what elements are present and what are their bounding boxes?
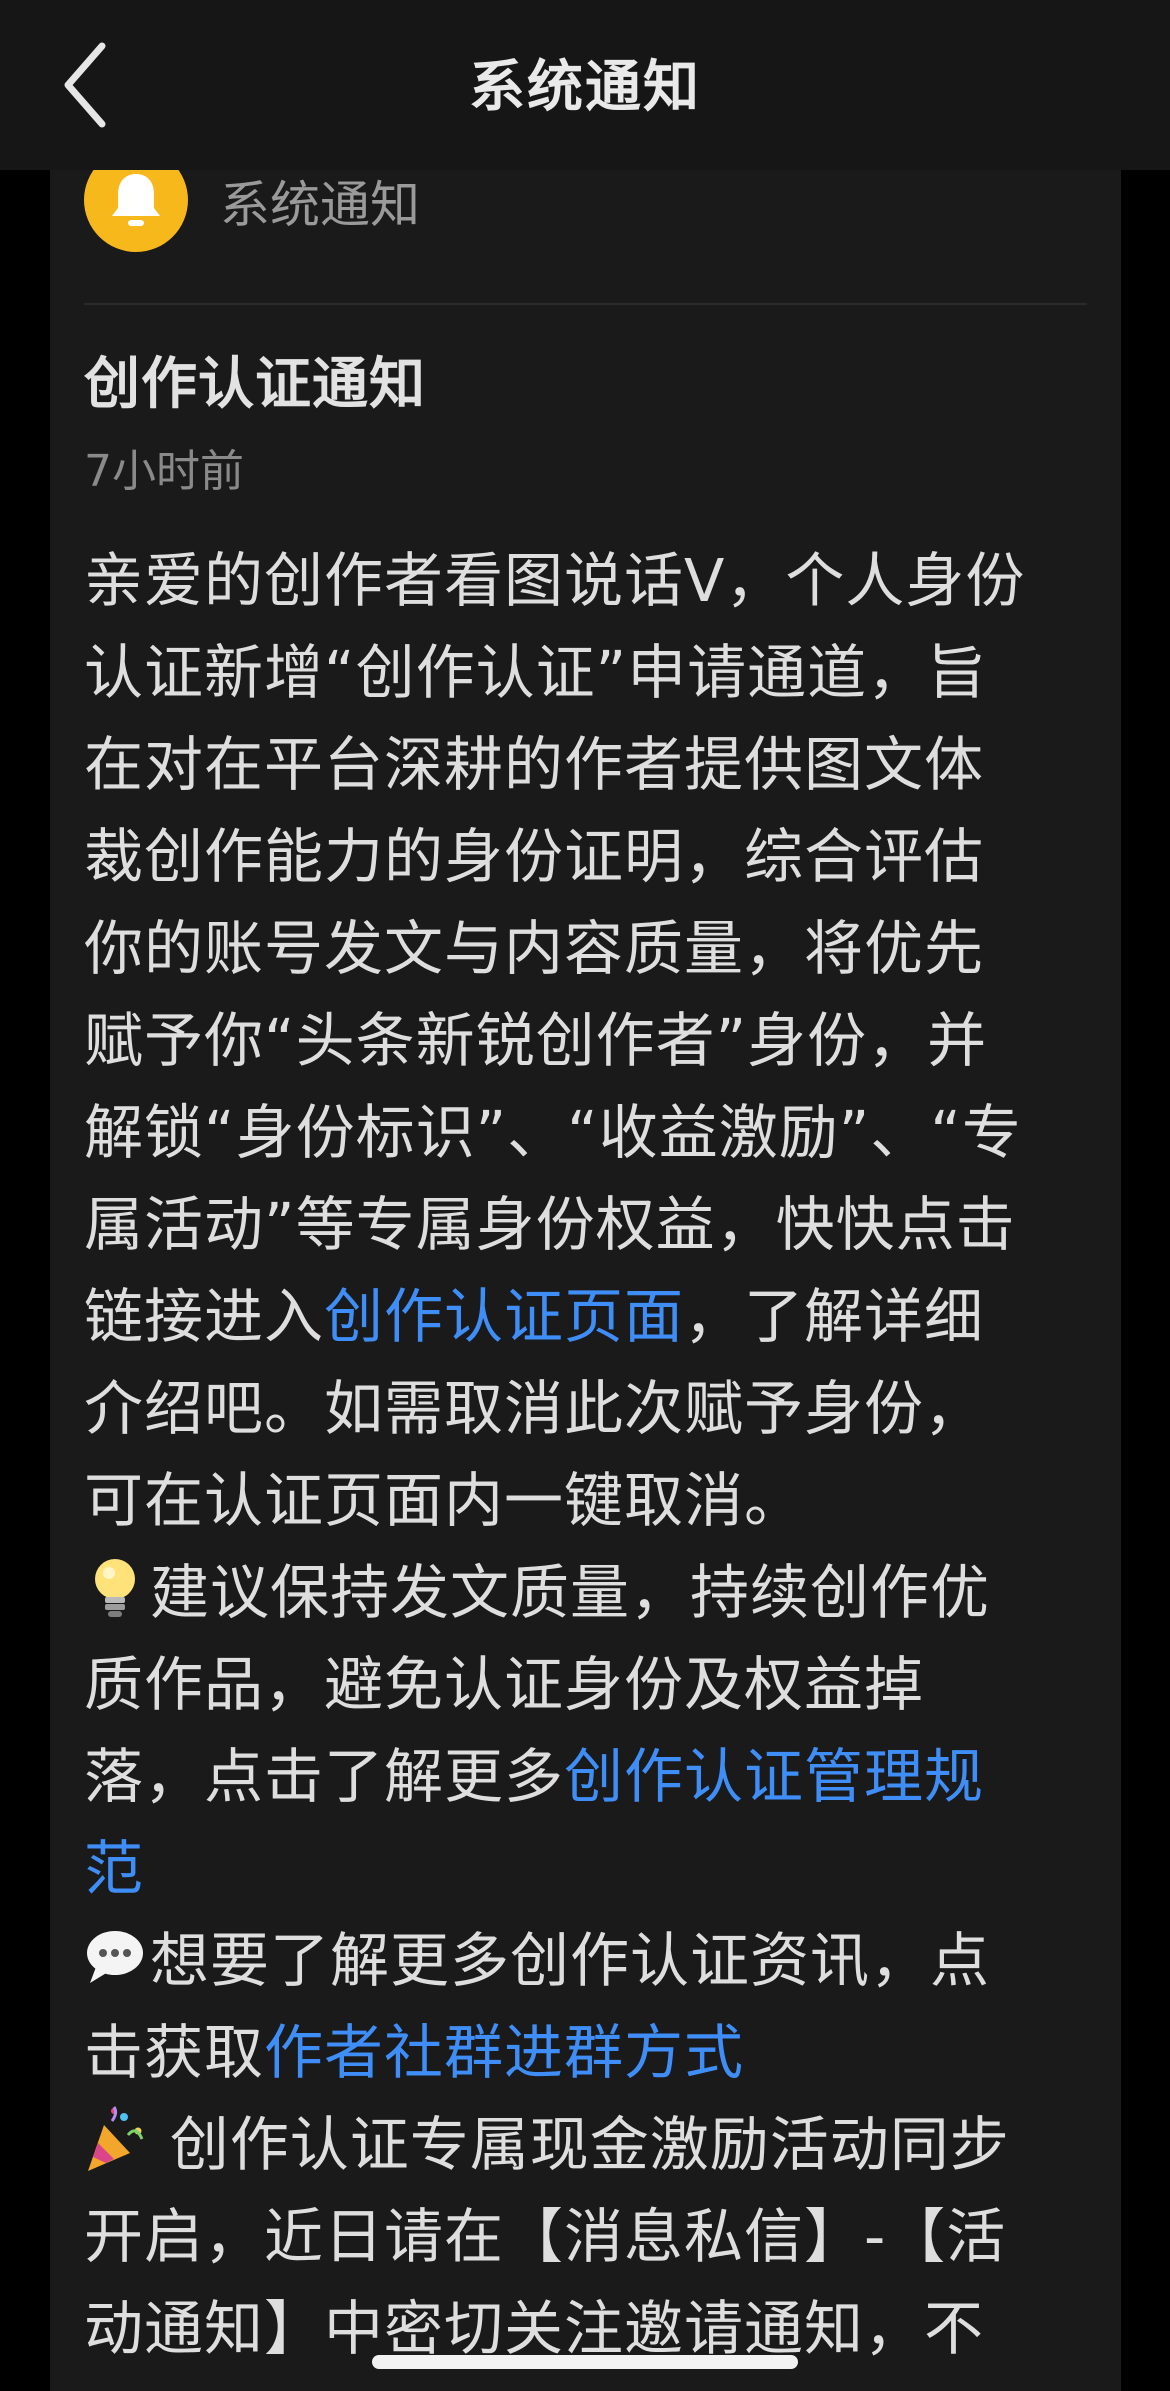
body-line: 范 <box>84 1823 1114 1915</box>
speech-bubble-icon <box>87 1931 143 1983</box>
navigation-bar: 系统通知 <box>0 0 1170 170</box>
message-title: 创作认证通知 <box>84 352 426 417</box>
body-line: 落，点击了解更多创作认证管理规 <box>84 1731 1114 1823</box>
body-line: 击获取作者社群进群方式 <box>84 2007 1114 2099</box>
body-line: 创作认证专属现金激励活动同步 <box>84 2099 1114 2191</box>
body-line: 质作品，避免认证身份及权益掉 <box>84 1650 925 1719</box>
body-line: 开启，近日请在【消息私信】-【活 <box>84 2202 1007 2271</box>
body-text: 落，点击了解更多 <box>84 1742 565 1811</box>
lightbulb-icon <box>95 1559 135 1617</box>
creation-certification-page-link[interactable]: 创作认证页面 <box>324 1282 684 1351</box>
body-text: 链接进入 <box>84 1282 325 1351</box>
avatar <box>84 170 188 252</box>
body-text: 击获取 <box>84 2018 265 2087</box>
certification-rules-link-end[interactable]: 范 <box>84 1834 144 1903</box>
body-line: 裁创作能力的身份证明，综合评估 <box>84 822 985 891</box>
body-line: 建议保持发文质量，持续创作优 <box>84 1547 1114 1639</box>
author-community-link[interactable]: 作者社群进群方式 <box>264 2018 744 2087</box>
body-line: 可在认证页面内一键取消。 <box>84 1466 805 1535</box>
bell-icon <box>112 174 160 226</box>
body-line: 想要了解更多创作认证资讯，点 <box>84 1915 1114 2007</box>
sender-name: 系统通知 <box>220 176 420 234</box>
body-text: 创作认证专属现金激励活动同步 <box>150 2110 1010 2179</box>
body-line: 亲爱的创作者看图说话V，个人身份 <box>84 546 1026 615</box>
party-popper-icon <box>88 2106 144 2171</box>
message-body: 亲爱的创作者看图说话V，个人身份 认证新增“创作认证”申请通道，旨 在对在平台深… <box>84 535 1114 2375</box>
body-text: ，了解详细 <box>684 1282 985 1351</box>
body-line: 链接进入创作认证页面，了解详细 <box>84 1271 1114 1363</box>
body-line: 在对在平台深耕的作者提供图文体 <box>84 730 985 799</box>
body-text: 想要了解更多创作认证资讯，点 <box>150 1926 991 1995</box>
home-indicator[interactable] <box>372 2355 798 2369</box>
message-timestamp: 7小时前 <box>84 446 244 497</box>
body-line: 认证新增“创作认证”申请通道，旨 <box>84 638 988 707</box>
divider <box>84 303 1087 305</box>
notification-card: 系统通知 创作认证通知 7小时前 亲爱的创作者看图说话V，个人身份 认证新增“创… <box>50 170 1121 2391</box>
body-line: 你的账号发文与内容质量，将优先 <box>84 914 985 983</box>
body-line: 介绍吧。如需取消此次赋予身份， <box>84 1374 985 1443</box>
body-line: 属活动”等专属身份权益，快快点击 <box>84 1190 1016 1259</box>
body-text: 建议保持发文质量，持续创作优 <box>150 1558 991 1627</box>
page-title: 系统通知 <box>469 55 701 120</box>
body-line: 赋予你“头条新锐创作者”身份，并 <box>84 1006 988 1075</box>
body-line: 解锁“身份标识”、“收益激励”、“专 <box>84 1098 1022 1167</box>
sender-row[interactable]: 系统通知 <box>84 170 1084 305</box>
certification-rules-link[interactable]: 创作认证管理规 <box>564 1742 984 1811</box>
